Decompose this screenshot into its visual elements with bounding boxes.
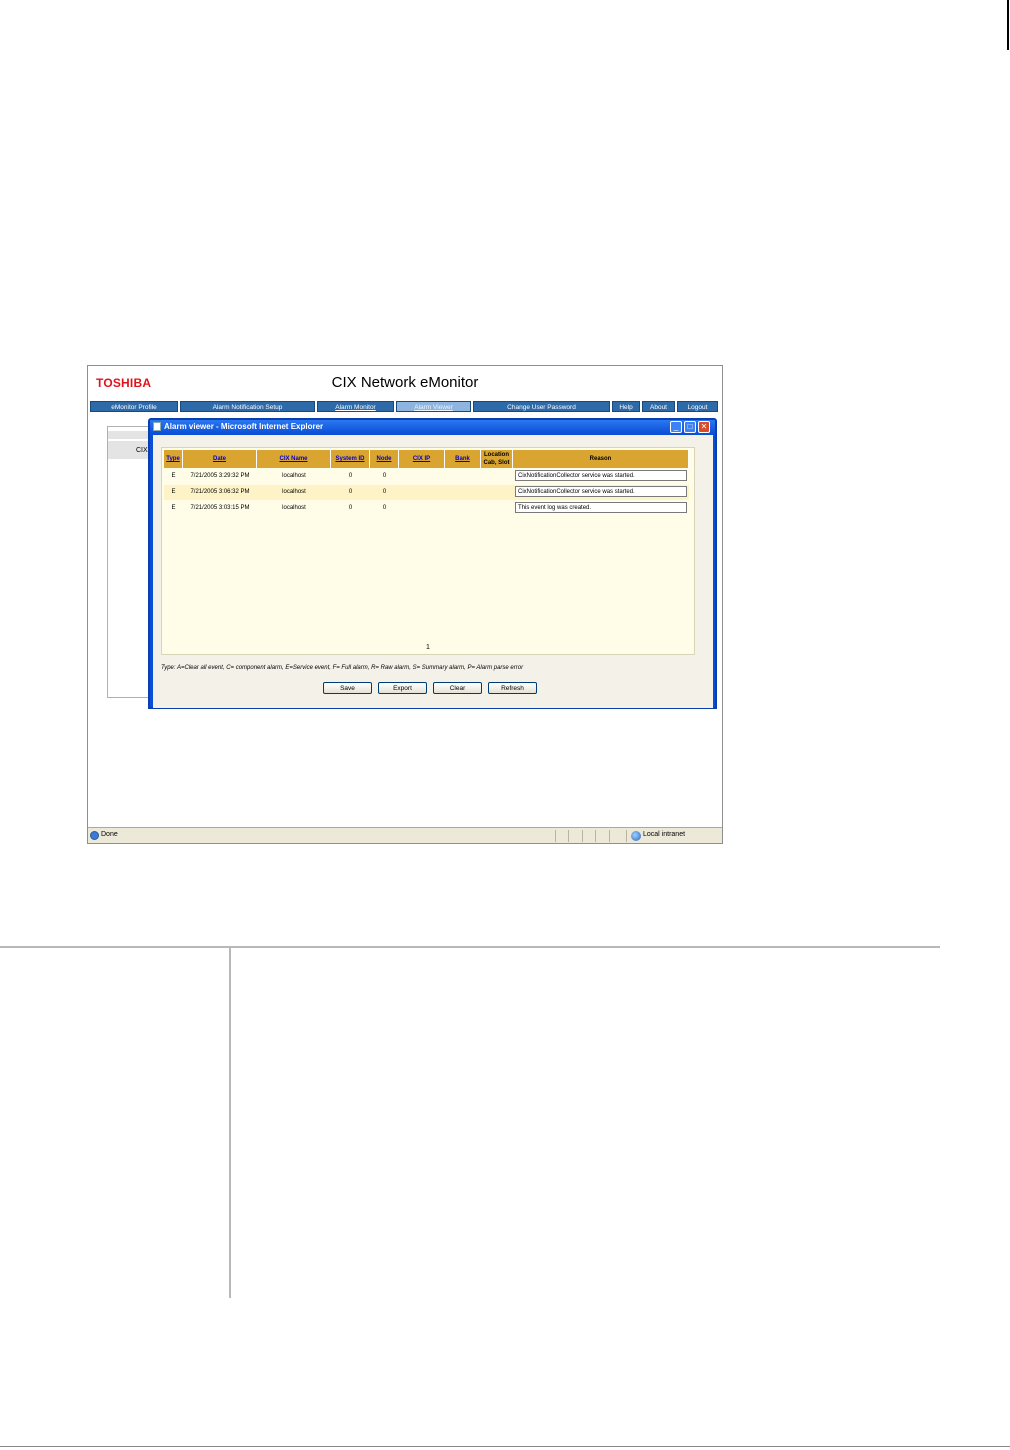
reason-field[interactable]: CixNotificationCollector service was sta… — [515, 470, 687, 481]
cell-location — [481, 501, 513, 516]
header-location-line1: Location — [484, 452, 509, 458]
ie-page-icon — [90, 831, 99, 840]
alarm-viewer-window: Alarm viewer - Microsoft Internet Explor… — [148, 418, 717, 709]
app-header: TOSHIBA CIX Network eMonitor — [88, 366, 722, 400]
cell-cix-name: localhost — [282, 473, 306, 479]
header-bank[interactable]: Bank — [445, 450, 481, 468]
alarm-table: Type Date CIX Name System ID Node CIX IP… — [161, 447, 695, 655]
cell-type: E — [171, 489, 176, 495]
type-legend: Type: A=Clear all event, C= component al… — [161, 665, 524, 671]
header-location-line2: Cab, Slot — [483, 460, 510, 466]
table-row: E 7/21/2005 3:29:32 PM localhost 0 0 Cix… — [164, 469, 689, 484]
cell-reason: This event log was created. — [513, 501, 689, 516]
cell-cix-ip — [399, 501, 445, 516]
cell-reason: CixNotificationCollector service was sta… — [513, 469, 689, 484]
close-button[interactable]: ✕ — [698, 421, 710, 433]
table-row: E 7/21/2005 3:03:15 PM localhost 0 0 Thi… — [164, 501, 689, 516]
page-divider-vertical — [229, 946, 231, 1298]
export-button[interactable]: Export — [378, 682, 427, 694]
tab-help[interactable]: Help — [612, 401, 640, 412]
cell-cix-ip — [399, 485, 445, 500]
browser-screenshot: TOSHIBA CIX Network eMonitor eMonitor Pr… — [87, 365, 723, 844]
header-date[interactable]: Date — [183, 450, 257, 468]
security-zone: Local intranet — [643, 831, 686, 838]
header-node[interactable]: Node — [370, 450, 399, 468]
cell-bank — [445, 469, 481, 484]
status-separator — [568, 830, 569, 842]
page-number-link[interactable]: 1 — [162, 644, 694, 651]
status-separator — [609, 830, 610, 842]
window-titlebar[interactable]: Alarm viewer - Microsoft Internet Explor… — [150, 420, 715, 434]
reason-field[interactable]: CixNotificationCollector service was sta… — [515, 486, 687, 497]
app-title: CIX Network eMonitor — [331, 374, 479, 391]
table-row: E 7/21/2005 3:06:32 PM localhost 0 0 Cix… — [164, 485, 689, 500]
cell-type: E — [171, 505, 176, 511]
cell-system-id: 0 — [348, 489, 353, 495]
tab-alarm-monitor[interactable]: Alarm Monitor — [317, 401, 394, 412]
tab-alarm-viewer[interactable]: Alarm Viewer — [396, 401, 471, 412]
reason-field[interactable]: This event log was created. — [515, 502, 687, 513]
cell-system-id: 0 — [348, 505, 353, 511]
page-footer-rule — [0, 1446, 1010, 1447]
tab-about[interactable]: About — [642, 401, 675, 412]
action-buttons: Save Export Clear Refresh — [323, 682, 537, 694]
maximize-button[interactable]: □ — [684, 421, 696, 433]
cell-cix-name: localhost — [282, 489, 306, 495]
cell-reason: CixNotificationCollector service was sta… — [513, 485, 689, 500]
main-navbar: eMonitor Profile Alarm Notification Setu… — [90, 401, 722, 412]
cell-date: 7/21/2005 3:06:32 PM — [190, 489, 250, 495]
cell-bank — [445, 501, 481, 516]
header-reason: Reason — [513, 450, 689, 468]
globe-icon — [631, 831, 641, 841]
refresh-button[interactable]: Refresh — [488, 682, 537, 694]
ie-page-icon — [153, 422, 161, 431]
save-button[interactable]: Save — [323, 682, 372, 694]
header-location: Location Cab, Slot — [481, 450, 513, 468]
cell-cix-name: localhost — [282, 505, 306, 511]
window-body: Type Date CIX Name System ID Node CIX IP… — [153, 435, 713, 708]
page-divider-horizontal — [0, 946, 940, 948]
tab-change-user-password[interactable]: Change User Password — [473, 401, 610, 412]
cell-date: 7/21/2005 3:03:15 PM — [190, 505, 250, 511]
header-system-id[interactable]: System ID — [331, 450, 370, 468]
minimize-button[interactable]: _ — [670, 421, 682, 433]
window-title: Alarm viewer - Microsoft Internet Explor… — [164, 422, 324, 431]
cell-cix-ip — [399, 469, 445, 484]
cell-system-id: 0 — [348, 473, 353, 479]
header-cix-name[interactable]: CIX Name — [257, 450, 331, 468]
cell-location — [481, 469, 513, 484]
browser-status-bar: Done Local intranet — [88, 827, 722, 843]
header-cix-ip[interactable]: CIX IP — [399, 450, 445, 468]
status-text: Done — [101, 831, 118, 838]
table-header-row: Type Date CIX Name System ID Node CIX IP… — [164, 450, 689, 468]
cell-bank — [445, 485, 481, 500]
cell-node: 0 — [382, 473, 387, 479]
status-separator — [555, 830, 556, 842]
cell-type: E — [171, 473, 176, 479]
page-edge-mark — [1007, 0, 1009, 50]
status-separator — [626, 830, 627, 842]
clear-button[interactable]: Clear — [433, 682, 482, 694]
tab-alarm-notification-setup[interactable]: Alarm Notification Setup — [180, 401, 315, 412]
cell-location — [481, 485, 513, 500]
cell-node: 0 — [382, 505, 387, 511]
status-separator — [582, 830, 583, 842]
cell-node: 0 — [382, 489, 387, 495]
cell-date: 7/21/2005 3:29:32 PM — [190, 473, 250, 479]
header-type[interactable]: Type — [164, 450, 183, 468]
tab-emonitor-profile[interactable]: eMonitor Profile — [90, 401, 178, 412]
tab-logout[interactable]: Logout — [677, 401, 718, 412]
status-separator — [595, 830, 596, 842]
